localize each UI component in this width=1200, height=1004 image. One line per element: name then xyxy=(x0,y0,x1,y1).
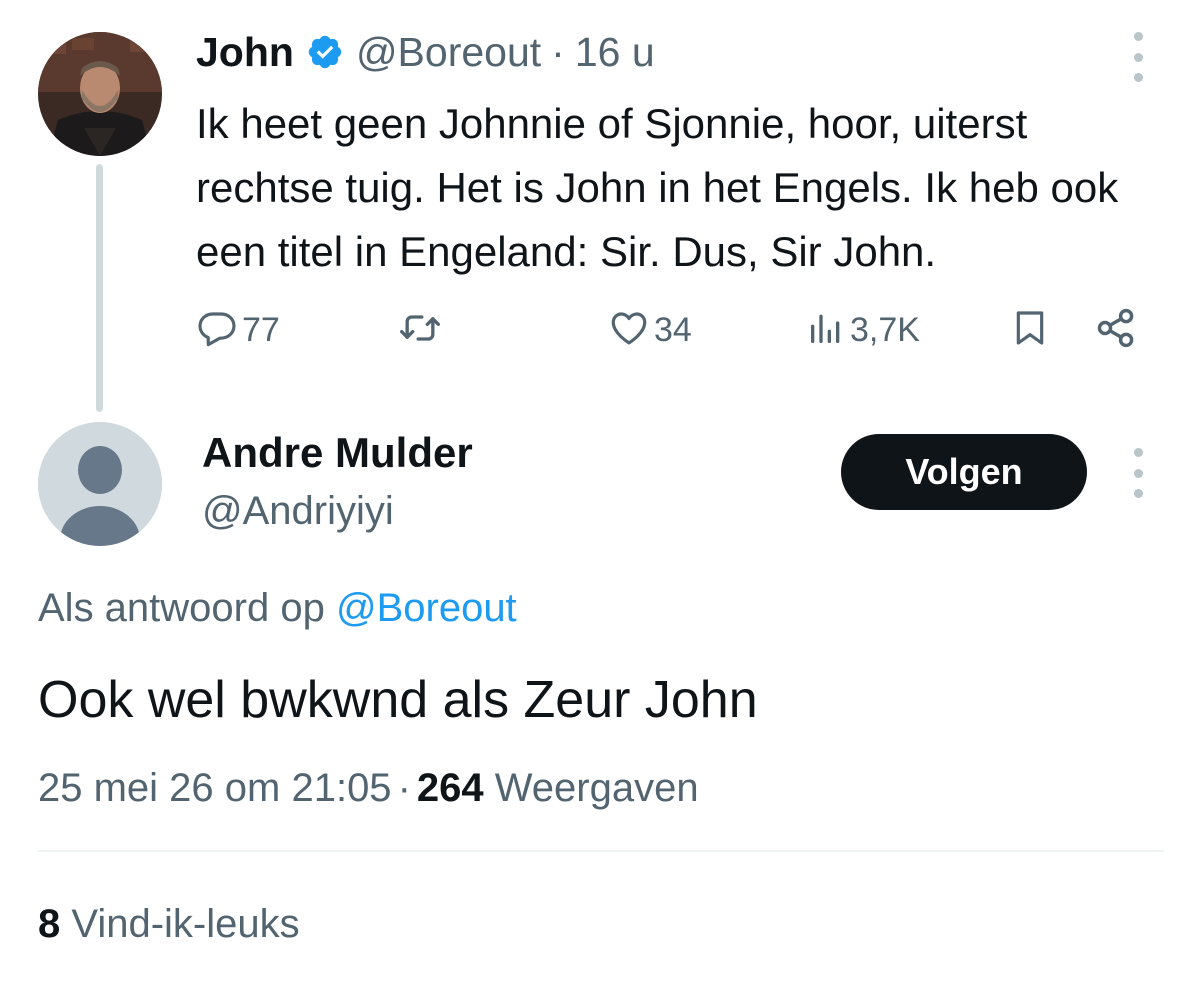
views-label: Weergaven xyxy=(494,766,699,810)
share-icon xyxy=(1094,306,1138,355)
views-button[interactable]: 3,7K xyxy=(806,300,920,360)
reply-button[interactable]: 77 xyxy=(196,300,280,360)
reply-text: Ook wel bwkwnd als Zeur John xyxy=(38,671,758,729)
bookmark-icon xyxy=(1010,306,1050,355)
avatar-andre[interactable] xyxy=(38,422,162,546)
separator-dot: · xyxy=(397,766,411,810)
likes-count: 8 xyxy=(38,902,61,946)
bookmark-button[interactable] xyxy=(1010,300,1050,360)
follow-button[interactable]: Volgen xyxy=(841,434,1087,510)
more-icon[interactable] xyxy=(1124,448,1152,498)
divider xyxy=(38,850,1164,852)
views-count: 264 xyxy=(416,766,484,810)
retweet-icon xyxy=(398,306,442,355)
tweet-time[interactable]: 16 u xyxy=(575,29,655,76)
verified-badge-icon xyxy=(306,33,344,71)
timestamp[interactable]: 25 mei 26 om 21:05 xyxy=(38,766,392,810)
likes-label: Vind-ik-leuks xyxy=(71,902,300,946)
share-button[interactable] xyxy=(1094,300,1138,360)
reply-to-link[interactable]: @Boreout xyxy=(336,586,517,630)
author-handle[interactable]: @Boreout xyxy=(356,29,541,76)
tweet-header: John @Boreout · 16 u xyxy=(196,24,655,80)
tweet-text: Ik heet geen Johnnie of Sjonnie, hoor, u… xyxy=(196,100,1119,275)
retweet-button[interactable] xyxy=(398,300,446,360)
separator-dot: · xyxy=(551,28,565,75)
avatar-john[interactable] xyxy=(38,32,162,156)
views-icon xyxy=(806,307,846,354)
thread-line xyxy=(96,164,103,412)
like-count: 34 xyxy=(654,310,692,349)
likes-summary[interactable]: 8 Vind-ik-leuks xyxy=(38,896,300,952)
like-icon xyxy=(608,307,650,354)
reply-author-handle[interactable]: @Andriyiyi xyxy=(202,484,394,538)
reply-icon xyxy=(196,307,238,354)
reply-prefix: Als antwoord op xyxy=(38,586,325,630)
tweet-meta: 25 mei 26 om 21:05 · 264 Weergaven xyxy=(38,760,699,816)
views-count: 3,7K xyxy=(850,310,920,349)
reply-author-name[interactable]: Andre Mulder xyxy=(202,424,473,482)
more-icon[interactable] xyxy=(1124,32,1152,82)
author-name[interactable]: John xyxy=(196,29,294,76)
like-button[interactable]: 34 xyxy=(608,300,692,360)
reply-context: Als antwoord op @Boreout xyxy=(38,580,517,636)
reply-count: 77 xyxy=(242,310,280,349)
